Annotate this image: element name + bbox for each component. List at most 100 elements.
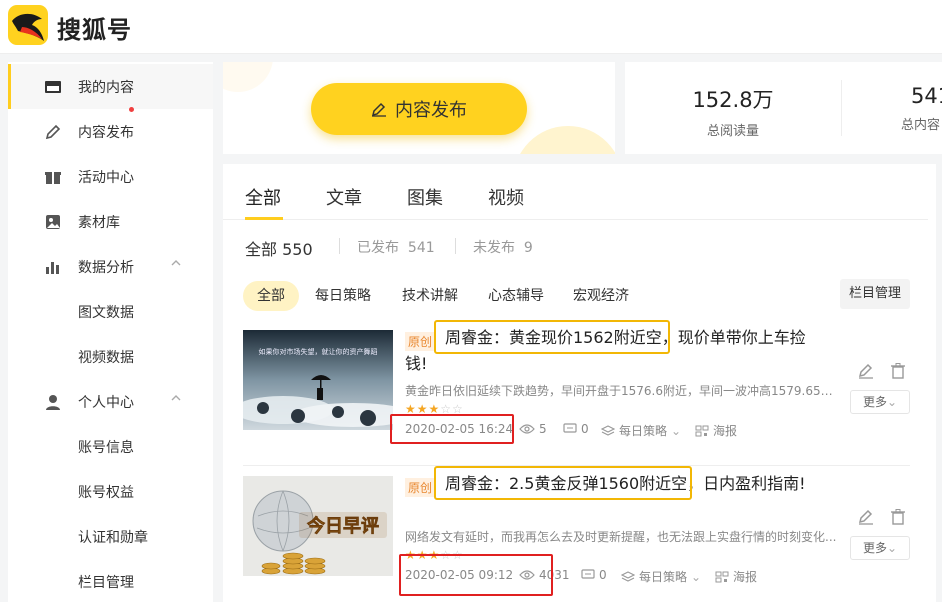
sohu-fox-logo[interactable] xyxy=(8,5,48,45)
category-macro[interactable]: 宏观经济 xyxy=(573,281,629,311)
sidebar-item-label: 个人中心 xyxy=(78,395,134,411)
sidebar-item-label: 活动中心 xyxy=(78,170,134,186)
tab-galleries[interactable]: 图集 xyxy=(407,184,443,210)
publish-date: 2020-02-05 16:24 xyxy=(405,422,514,436)
rating-stars: ★★★☆☆ xyxy=(405,402,464,416)
edit-icon[interactable] xyxy=(857,508,875,526)
edit-icon[interactable] xyxy=(857,362,875,380)
count-unpublished[interactable]: 未发布 9 xyxy=(473,237,533,257)
article-summary: 网络发文有延时，而我再怎么去及时更新提醒，也无法跟上实盘行情的时刻变化... xyxy=(405,530,837,544)
sidebar-item-label: 账号信息 xyxy=(78,440,134,456)
notification-dot xyxy=(129,107,134,112)
rating-stars: ★★★☆☆ xyxy=(405,548,464,562)
article-row[interactable]: 今日早评 原创 周睿金：2.5黄金反弹1560附近空，日内盈利指南! 网络发文有… xyxy=(243,466,910,602)
category-mindset[interactable]: 心态辅导 xyxy=(488,281,544,311)
active-tab-indicator xyxy=(245,217,283,220)
sidebar-item-my-content[interactable]: 我的内容 xyxy=(8,64,213,109)
poster-label: 海报 xyxy=(733,570,758,584)
gift-icon xyxy=(45,172,61,184)
article-title[interactable]: 周睿金：黄金现价1562附近空，现价单带你上车捡钱! xyxy=(405,325,835,377)
poster-label: 海报 xyxy=(713,424,738,438)
chevron-down-icon: ⌄ xyxy=(886,541,898,555)
qrcode-icon xyxy=(695,425,709,436)
column-manage-button[interactable]: 栏目管理 xyxy=(840,279,910,309)
sidebar-item-video-data[interactable]: 视频数据 xyxy=(8,334,213,379)
star-empty-icon: ☆☆ xyxy=(440,402,464,416)
views: 4031 xyxy=(519,568,570,582)
article-title[interactable]: 周睿金：2.5黄金反弹1560附近空，日内盈利指南! xyxy=(405,471,835,497)
comments[interactable]: 0 xyxy=(581,568,607,582)
decorative-circle xyxy=(223,62,273,92)
more-dropdown[interactable]: 更多⌄ xyxy=(850,536,910,560)
chevron-up-icon[interactable] xyxy=(170,257,182,269)
layers-icon xyxy=(601,424,615,436)
qrcode-icon xyxy=(715,571,729,582)
more-dropdown[interactable]: 更多⌄ xyxy=(850,390,910,414)
chevron-up-icon[interactable] xyxy=(170,392,182,404)
publish-content-button[interactable]: 内容发布 xyxy=(311,83,527,135)
count-published[interactable]: 已发布 541 xyxy=(357,237,435,257)
sidebar-item-column-manage[interactable]: 栏目管理 xyxy=(8,559,213,602)
category-all[interactable]: 全部 xyxy=(243,281,299,311)
tab-all[interactable]: 全部 xyxy=(245,184,281,210)
more-label: 更多 xyxy=(862,541,887,555)
title-line2: 钱! xyxy=(405,354,428,373)
sidebar-item-publish[interactable]: 内容发布 xyxy=(8,109,213,154)
sidebar-item-account-rights[interactable]: 账号权益 xyxy=(8,469,213,514)
star-empty-icon: ☆☆ xyxy=(440,548,464,562)
stats-card: 152.8万 总阅读量 541 总内容 xyxy=(625,62,942,154)
views-count: 5 xyxy=(539,422,547,436)
divider xyxy=(455,238,456,254)
tab-articles[interactable]: 文章 xyxy=(326,184,362,210)
comments[interactable]: 0 xyxy=(563,422,589,436)
comments-count: 0 xyxy=(599,568,607,582)
category-daily-strategy[interactable]: 每日策略 xyxy=(315,281,371,311)
views: 5 xyxy=(519,422,547,436)
sidebar-item-label: 认证和勋章 xyxy=(78,530,148,546)
comments-count: 0 xyxy=(581,422,589,436)
thumbnail-caption: 今日早评 xyxy=(307,515,379,537)
count-label: 未发布 xyxy=(473,240,515,256)
star-filled-icon: ★★★ xyxy=(405,548,441,562)
divider xyxy=(841,80,842,136)
poster-link[interactable]: 海报 xyxy=(715,568,757,585)
sidebar-item-activity[interactable]: 活动中心 xyxy=(8,154,213,199)
chevron-down-icon: ⌄ xyxy=(691,569,702,584)
sidebar-item-label: 视频数据 xyxy=(78,350,134,366)
category-technical[interactable]: 技术讲解 xyxy=(402,281,458,311)
count-all[interactable]: 全部 550 xyxy=(245,236,313,260)
sidebar-item-label: 内容发布 xyxy=(78,125,134,141)
sidebar-item-account-info[interactable]: 账号信息 xyxy=(8,424,213,469)
publish-date: 2020-02-05 09:12 xyxy=(405,568,514,582)
sidebar-item-materials[interactable]: 素材库 xyxy=(8,199,213,244)
article-row[interactable]: 如果你对市场失望，就让你的资产舞蹈 原创 周睿金：黄金现价1562附近空，现价单… xyxy=(243,320,910,466)
sidebar-item-personal-center[interactable]: 个人中心 xyxy=(8,379,213,424)
stat-total-content: 541 总内容 xyxy=(887,84,942,133)
decorative-circle xyxy=(513,126,615,154)
column-select[interactable]: 每日策略 ⌄ xyxy=(621,568,701,585)
article-thumbnail[interactable]: 如果你对市场失望，就让你的资产舞蹈 xyxy=(243,330,393,430)
stat-value: 541 xyxy=(911,84,942,108)
column-select[interactable]: 每日策略 ⌄ xyxy=(601,422,681,439)
sidebar-item-certification[interactable]: 认证和勋章 xyxy=(8,514,213,559)
sidebar-item-label: 图文数据 xyxy=(78,305,134,321)
count-value: 9 xyxy=(523,240,533,256)
edit-icon xyxy=(371,102,386,117)
poster-link[interactable]: 海报 xyxy=(695,422,737,439)
publish-button-label: 内容发布 xyxy=(395,100,467,121)
title-rest: 现价单带你上车捡 xyxy=(677,328,806,347)
layers-icon xyxy=(621,570,635,582)
title-highlight: 周睿金：黄金现价1562附近空， xyxy=(445,328,678,347)
count-value: 550 xyxy=(282,240,313,259)
trash-icon[interactable] xyxy=(889,362,907,380)
count-label: 已发布 xyxy=(357,240,399,256)
article-thumbnail[interactable]: 今日早评 xyxy=(243,476,393,576)
sidebar-item-analytics[interactable]: 数据分析 xyxy=(8,244,213,289)
edit-icon xyxy=(45,124,61,140)
trash-icon[interactable] xyxy=(889,508,907,526)
comment-icon xyxy=(581,569,595,579)
tab-videos[interactable]: 视频 xyxy=(488,184,524,210)
eye-icon xyxy=(519,424,535,434)
publish-card: 内容发布 xyxy=(223,62,615,154)
sidebar-item-article-data[interactable]: 图文数据 xyxy=(8,289,213,334)
